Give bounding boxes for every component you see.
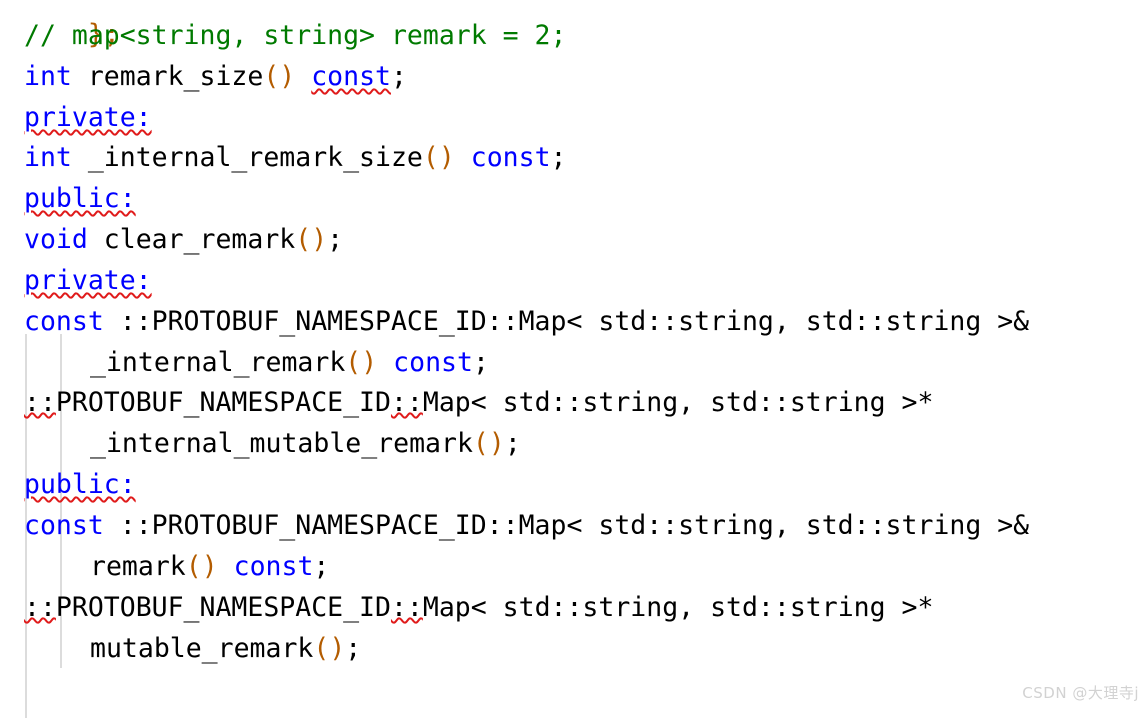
code-line[interactable]: // map<string, string> remark = 2; xyxy=(0,16,566,57)
code-token: mutable_remark xyxy=(90,633,314,664)
code-line[interactable]: int remark_size() const; xyxy=(0,57,407,98)
code-token: :: xyxy=(24,592,56,623)
code-token: private: xyxy=(24,265,152,296)
code-token: () xyxy=(345,347,378,378)
code-line[interactable]: public: xyxy=(0,179,136,220)
code-token: _internal_mutable_remark xyxy=(90,428,473,459)
code-token: public: xyxy=(24,183,136,214)
code-token: () xyxy=(472,428,505,459)
code-token: () xyxy=(295,224,328,255)
code-token: PROTOBUF_NAMESPACE_ID xyxy=(55,592,391,623)
code-token: Map< std::string, std::string >* xyxy=(422,592,934,623)
code-token: void xyxy=(24,224,88,255)
code-token: const xyxy=(233,551,314,582)
code-line[interactable]: private: xyxy=(0,98,152,139)
code-line[interactable]: private: xyxy=(0,261,152,302)
code-token: const xyxy=(24,306,104,337)
code-line[interactable]: int _internal_remark_size() const; xyxy=(0,138,567,179)
code-line[interactable]: const ::PROTOBUF_NAMESPACE_ID::Map< std:… xyxy=(0,302,1029,343)
code-token: ::PROTOBUF_NAMESPACE_ID::Map< std::strin… xyxy=(103,306,1030,337)
code-token: _internal_remark_size xyxy=(71,142,423,173)
code-token: remark_size xyxy=(71,61,264,92)
code-token: :: xyxy=(24,387,56,418)
code-line[interactable]: ::PROTOBUF_NAMESPACE_ID::Map< std::strin… xyxy=(0,588,933,629)
code-token: Map< std::string, std::string >* xyxy=(422,387,934,418)
code-line[interactable]: _internal_remark() const; xyxy=(0,343,489,384)
code-line[interactable]: remark() const; xyxy=(0,547,329,588)
code-token: const xyxy=(311,61,391,92)
code-token: ; xyxy=(313,551,330,582)
code-token: ; xyxy=(550,142,567,173)
code-line[interactable]: public: xyxy=(0,465,136,506)
code-token: clear_remark xyxy=(87,224,296,255)
code-token: ; xyxy=(504,428,521,459)
csdn-watermark: CSDN @大理寺j xyxy=(1022,684,1139,703)
code-token: private: xyxy=(24,102,152,133)
code-token: ; xyxy=(327,224,344,255)
code-line[interactable]: _internal_mutable_remark(); xyxy=(0,424,521,465)
code-token: ; xyxy=(472,347,489,378)
code-token: public: xyxy=(24,469,136,500)
code-token: () xyxy=(313,633,346,664)
code-line[interactable]: void clear_remark(); xyxy=(0,220,343,261)
code-token: :: xyxy=(390,387,423,418)
code-line[interactable]: mutable_remark(); xyxy=(0,629,361,670)
code-token: int xyxy=(24,142,72,173)
code-token: remark xyxy=(90,551,186,582)
code-token: :: xyxy=(390,592,423,623)
code-token: const xyxy=(393,347,473,378)
code-token: ::PROTOBUF_NAMESPACE_ID::Map< std::strin… xyxy=(103,510,1030,541)
code-token: PROTOBUF_NAMESPACE_ID xyxy=(55,387,391,418)
code-token: () xyxy=(263,61,296,92)
code-token: _internal_remark xyxy=(90,347,346,378)
code-token: ; xyxy=(391,61,407,92)
code-token: const xyxy=(24,510,104,541)
code-token: int xyxy=(24,61,72,92)
code-line[interactable]: ::PROTOBUF_NAMESPACE_ID::Map< std::strin… xyxy=(0,383,933,424)
code-token: const xyxy=(470,142,551,173)
code-token: // map<string, string> remark = 2; xyxy=(24,20,567,51)
code-token: ; xyxy=(345,633,362,664)
code-line[interactable]: const ::PROTOBUF_NAMESPACE_ID::Map< std:… xyxy=(0,506,1029,547)
code-editor-viewport[interactable]: }; // map<string, string> remark = 2; int… xyxy=(0,0,1147,718)
code-token: () xyxy=(185,551,218,582)
code-token: () xyxy=(422,142,455,173)
